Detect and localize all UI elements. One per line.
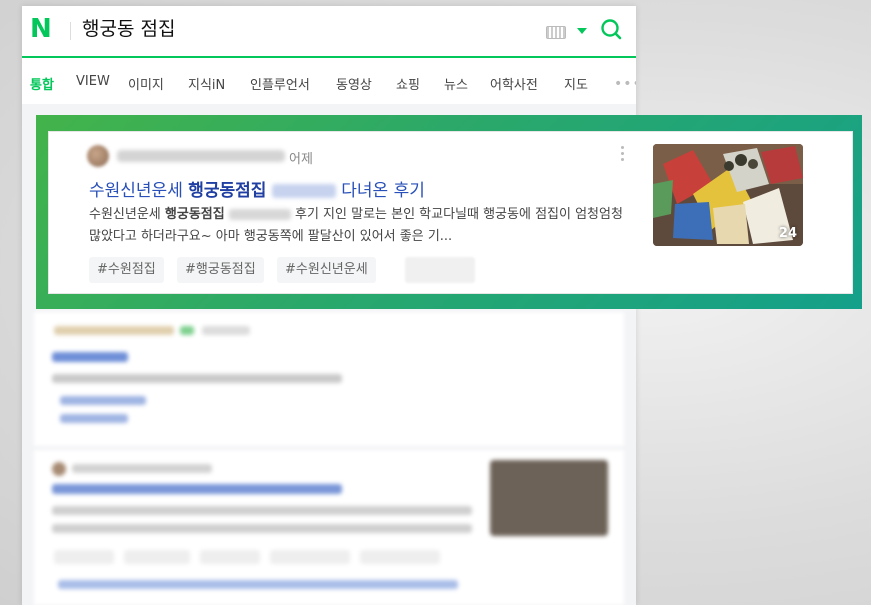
tab-map[interactable]: 지도 (564, 74, 588, 93)
result-title[interactable]: 수원신년운세 행궁동점집 다녀온 후기 (89, 176, 425, 201)
tab-image[interactable]: 이미지 (128, 74, 164, 93)
search-tabs: 통합 VIEW 이미지 지식iN 인플루언서 동영상 쇼핑 뉴스 어학사전 지도… (22, 58, 636, 105)
hashtag[interactable]: #행궁동점집 (177, 257, 264, 283)
post-date: 어제 (289, 152, 313, 167)
tab-kin[interactable]: 지식iN (188, 74, 225, 93)
naver-logo[interactable]: N (30, 16, 54, 42)
hashtag[interactable]: #수원신년운세 (277, 257, 376, 283)
tab-influencer[interactable]: 인플루언서 (250, 74, 310, 93)
blurred-result-card (34, 450, 624, 605)
result-thumbnail[interactable]: 24 (653, 144, 803, 246)
tab-integrated[interactable]: 통합 (30, 74, 54, 93)
tab-video[interactable]: 동영상 (336, 74, 372, 93)
keyboard-icon[interactable] (546, 26, 566, 39)
title-prefix: 수원신년운세 (89, 181, 189, 201)
snippet-keyword: 행궁동점집 (164, 207, 225, 222)
tab-dictionary[interactable]: 어학사전 (490, 74, 538, 93)
title-redacted (271, 184, 336, 198)
search-input[interactable]: 행궁동 점집 (82, 16, 175, 42)
tab-view[interactable]: VIEW (76, 74, 110, 89)
author-name-redacted (117, 150, 285, 162)
divider (70, 22, 71, 40)
blurred-result-card (34, 312, 624, 446)
hashtag[interactable]: #수원점집 (89, 257, 164, 283)
avatar[interactable] (87, 145, 109, 167)
more-vertical-icon[interactable] (621, 146, 625, 164)
snippet-prefix: 수원신년운세 (89, 207, 165, 222)
result-snippet[interactable]: 수원신년운세 행궁동점집 후기 지인 말로는 본인 학교다닐때 행궁동에 점집이… (89, 204, 637, 248)
more-icon[interactable]: ••• (614, 76, 636, 92)
search-icon[interactable] (600, 18, 622, 40)
tab-news[interactable]: 뉴스 (444, 74, 468, 93)
hashtag-redacted (405, 257, 475, 283)
chevron-down-icon[interactable] (577, 28, 587, 34)
highlight-frame: 어제 수원신년운세 행궁동점집 다녀온 후기 수원신년운세 행궁동점집 후기 지… (36, 115, 862, 309)
blog-result-card[interactable]: 어제 수원신년운세 행궁동점집 다녀온 후기 수원신년운세 행궁동점집 후기 지… (48, 131, 853, 294)
snippet-redacted (228, 209, 291, 220)
image-count: 24 (778, 226, 797, 241)
tab-shopping[interactable]: 쇼핑 (396, 74, 420, 93)
title-suffix: 다녀온 후기 (341, 181, 425, 201)
title-keyword: 행궁동점집 (188, 181, 267, 201)
search-bar: N 행궁동 점집 (22, 6, 636, 58)
